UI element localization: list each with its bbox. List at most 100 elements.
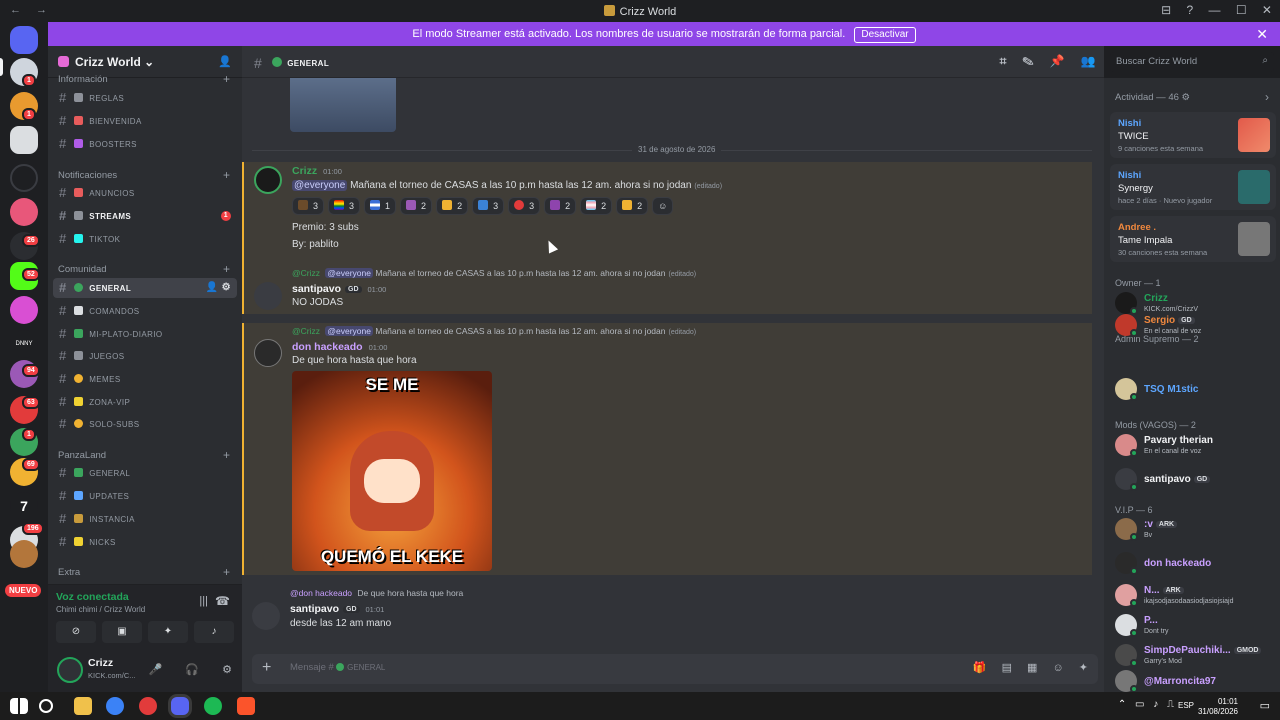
reaction[interactable]: 1 bbox=[364, 197, 397, 215]
add-channel-icon[interactable]: + bbox=[223, 448, 230, 462]
activity-header[interactable]: Actividad — 46 ⚙ › bbox=[1115, 90, 1275, 104]
add-reaction-icon[interactable]: ☺ bbox=[652, 197, 674, 215]
message-author[interactable]: Crizz bbox=[292, 165, 317, 177]
member-item[interactable]: santipavo GD bbox=[1110, 464, 1276, 494]
invite-icon[interactable]: 👤 bbox=[218, 55, 232, 68]
channel-general[interactable]: # GENERAL 👤 ⚙ bbox=[53, 278, 237, 298]
message-author[interactable]: santipavo bbox=[290, 603, 339, 615]
activity-card[interactable]: Nishi Synergy hace 2 días · Nuevo jugado… bbox=[1110, 164, 1276, 210]
channel-solo-subs[interactable]: # SOLO-SUBS bbox=[53, 414, 237, 434]
server-icon[interactable] bbox=[10, 540, 38, 568]
camera-off-icon[interactable]: ⊘ bbox=[56, 621, 96, 643]
spotify-icon[interactable] bbox=[204, 697, 222, 715]
avatar[interactable] bbox=[252, 602, 280, 630]
reaction[interactable]: 3 bbox=[472, 197, 505, 215]
member-item[interactable]: Sergio GD En el canal de voz bbox=[1110, 310, 1276, 340]
server-icon[interactable]: 7 bbox=[10, 492, 38, 520]
file-explorer-icon[interactable] bbox=[74, 697, 92, 715]
reply-preview[interactable]: @Crizz @everyone Mañana el torneo de CAS… bbox=[292, 326, 696, 336]
channel-streams[interactable]: # STREAMS 1 bbox=[53, 206, 237, 226]
channel-comandos[interactable]: # COMANDOS bbox=[53, 301, 237, 321]
channel-memes[interactable]: # MEMES bbox=[53, 369, 237, 389]
channel-updates[interactable]: # UPDATES bbox=[53, 486, 237, 506]
gif-attachment[interactable]: SE ME QUEMÓ EL KEKE bbox=[292, 371, 492, 571]
app-icon[interactable] bbox=[106, 697, 124, 715]
noise-suppression-icon[interactable]: ||| bbox=[199, 595, 208, 607]
activities-icon[interactable]: ✦ bbox=[148, 621, 188, 643]
reaction[interactable]: 2 bbox=[400, 197, 433, 215]
add-channel-icon[interactable]: + bbox=[223, 72, 230, 86]
header-icons[interactable]: ⌗ ✎ 📌 👥 bbox=[1000, 54, 1096, 69]
member-item[interactable]: N... ARK ikajsodjasodaasiodjasiojsiajd bbox=[1110, 580, 1276, 610]
chevron-right-icon[interactable]: › bbox=[1265, 90, 1269, 104]
category-extra[interactable]: Extra + bbox=[58, 565, 230, 579]
gear-icon[interactable]: 👤 ⚙ bbox=[206, 278, 231, 298]
brave-icon[interactable] bbox=[237, 697, 255, 715]
category-panzaland[interactable]: PanzaLand + bbox=[58, 448, 230, 462]
server-icon[interactable] bbox=[10, 126, 38, 154]
windows-start-icon[interactable] bbox=[10, 698, 28, 714]
channel-instancia[interactable]: # INSTANCIA bbox=[53, 509, 237, 529]
user-name[interactable]: Crizz bbox=[88, 657, 113, 669]
member-item[interactable]: :v ARK Bv bbox=[1110, 514, 1276, 544]
user-controls[interactable]: 🎤 🎧 ⚙ bbox=[149, 663, 232, 676]
message-author[interactable]: don hackeado bbox=[292, 341, 363, 353]
message-author[interactable]: santipavo bbox=[292, 283, 341, 295]
avatar[interactable] bbox=[254, 166, 282, 194]
category-notificaciones[interactable]: Notificaciones + bbox=[58, 168, 230, 182]
discord-home-icon[interactable] bbox=[10, 26, 38, 54]
message-input[interactable]: + Mensaje # GENERAL 🎁 ▤ ▦ ☺ ✦ bbox=[252, 654, 1098, 684]
server-icon[interactable] bbox=[10, 296, 38, 324]
channel-mi-plato-diario[interactable]: # MI-PLATO-DIARIO bbox=[53, 324, 237, 344]
channel-bienvenida[interactable]: # BIENVENIDA bbox=[53, 111, 237, 131]
system-tray-icons[interactable]: ⌃ ▭ ♪ ⎍ bbox=[1118, 699, 1174, 710]
avatar[interactable] bbox=[254, 339, 282, 367]
attachment-image[interactable] bbox=[290, 78, 396, 132]
add-channel-icon[interactable]: + bbox=[223, 168, 230, 182]
discord-taskbar-icon[interactable] bbox=[171, 697, 189, 715]
channel-anuncios[interactable]: # ANUNCIOS bbox=[53, 183, 237, 203]
disable-streamer-button[interactable]: Desactivar bbox=[854, 27, 916, 43]
server-icon[interactable]: DNNY bbox=[10, 330, 38, 358]
search-icon[interactable] bbox=[39, 699, 53, 713]
reply-preview[interactable]: @Crizz @everyone Mañana el torneo de CAS… bbox=[292, 268, 696, 278]
screen-share-icon[interactable]: ▣ bbox=[102, 621, 142, 643]
search-input[interactable]: Buscar Crizz World ⌕ bbox=[1110, 52, 1274, 72]
server-icon[interactable] bbox=[10, 198, 38, 226]
add-channel-icon[interactable]: + bbox=[223, 262, 230, 276]
category-info[interactable]: Información + bbox=[58, 72, 230, 86]
channel-zona-vip[interactable]: # ZONA-VIP bbox=[53, 392, 237, 412]
channel-boosters[interactable]: # BOOSTERS bbox=[53, 134, 237, 154]
app-icon[interactable] bbox=[139, 697, 157, 715]
avatar[interactable] bbox=[254, 282, 282, 310]
add-channel-icon[interactable]: + bbox=[223, 565, 230, 579]
channel-reglas[interactable]: # REGLAS bbox=[53, 88, 237, 108]
activity-card[interactable]: Nishi TWICE 9 canciones esta semana bbox=[1110, 112, 1276, 158]
input-tools-icons[interactable]: 🎁 ▤ ▦ ☺ ✦ bbox=[973, 661, 1088, 674]
reply-preview[interactable]: @don hackeado De que hora hasta que hora bbox=[290, 588, 463, 598]
member-item[interactable]: P... Dont try bbox=[1110, 610, 1276, 640]
category-comunidad[interactable]: Comunidad + bbox=[58, 262, 230, 276]
reaction[interactable]: 2 bbox=[580, 197, 613, 215]
soundboard-icon[interactable]: ♪ bbox=[194, 621, 234, 643]
mention[interactable]: @everyone bbox=[292, 180, 348, 191]
reaction[interactable]: 2 bbox=[544, 197, 577, 215]
activity-card[interactable]: Andree . Tame Impala 30 canciones esta s… bbox=[1110, 216, 1276, 262]
channel-tiktok[interactable]: # TIKTOK bbox=[53, 229, 237, 249]
server-icon[interactable] bbox=[10, 164, 38, 192]
language-indicator[interactable]: ESP bbox=[1178, 701, 1194, 710]
avatar[interactable] bbox=[57, 657, 83, 683]
reaction[interactable]: 3 bbox=[508, 197, 541, 215]
channel-pl-general[interactable]: # GENERAL bbox=[53, 463, 237, 483]
new-badge[interactable]: NUEVO bbox=[5, 584, 42, 597]
reaction[interactable]: 2 bbox=[616, 197, 649, 215]
close-icon[interactable]: ✕ bbox=[1256, 22, 1268, 46]
reaction[interactable]: 3 bbox=[292, 197, 325, 215]
channel-juegos[interactable]: # JUEGOS bbox=[53, 346, 237, 366]
clock[interactable]: 01:01 31/08/2026 bbox=[1198, 697, 1238, 717]
disconnect-icon[interactable]: ☎ bbox=[215, 594, 230, 608]
notification-icon[interactable]: ▭ bbox=[1260, 699, 1270, 712]
window-controls[interactable]: ⊟ ? — ☐ ✕ bbox=[1161, 3, 1272, 17]
member-item[interactable]: TSQ M1stic bbox=[1110, 374, 1276, 404]
reaction[interactable]: 3 bbox=[328, 197, 361, 215]
